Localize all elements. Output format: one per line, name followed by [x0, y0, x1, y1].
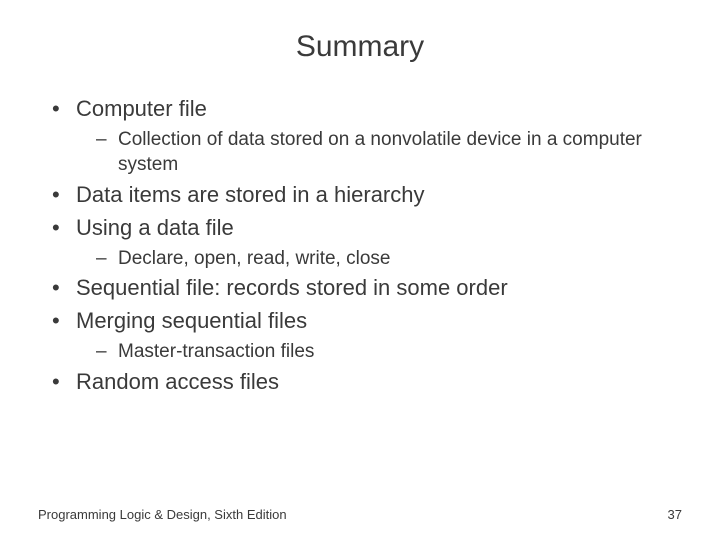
list-item: Sequential file: records stored in some … — [52, 273, 682, 304]
bullet-list: Computer file Collection of data stored … — [38, 94, 682, 397]
list-item: Computer file Collection of data stored … — [52, 94, 682, 178]
list-item: Random access files — [52, 367, 682, 398]
list-item: Declare, open, read, write, close — [96, 246, 682, 272]
page-number: 37 — [668, 507, 682, 522]
list-item: Using a data file Declare, open, read, w… — [52, 213, 682, 271]
sub-list: Declare, open, read, write, close — [76, 246, 682, 272]
bullet-text: Computer file — [76, 96, 207, 121]
list-item: Data items are stored in a hierarchy — [52, 180, 682, 211]
bullet-text: Data items are stored in a hierarchy — [76, 182, 425, 207]
slide-title: Summary — [38, 30, 682, 64]
bullet-text: Collection of data stored on a nonvolati… — [118, 129, 642, 176]
list-item: Master-transaction files — [96, 339, 682, 365]
sub-list: Master-transaction files — [76, 339, 682, 365]
footer: Programming Logic & Design, Sixth Editio… — [38, 507, 682, 522]
bullet-text: Random access files — [76, 369, 279, 394]
bullet-text: Declare, open, read, write, close — [118, 248, 390, 269]
sub-list: Collection of data stored on a nonvolati… — [76, 127, 682, 178]
bullet-text: Master-transaction files — [118, 341, 314, 362]
bullet-text: Using a data file — [76, 215, 234, 240]
slide: Summary Computer file Collection of data… — [0, 0, 720, 540]
footer-left: Programming Logic & Design, Sixth Editio… — [38, 507, 287, 522]
list-item: Collection of data stored on a nonvolati… — [96, 127, 682, 178]
list-item: Merging sequential files Master-transact… — [52, 306, 682, 364]
bullet-text: Sequential file: records stored in some … — [76, 275, 508, 300]
bullet-text: Merging sequential files — [76, 308, 307, 333]
